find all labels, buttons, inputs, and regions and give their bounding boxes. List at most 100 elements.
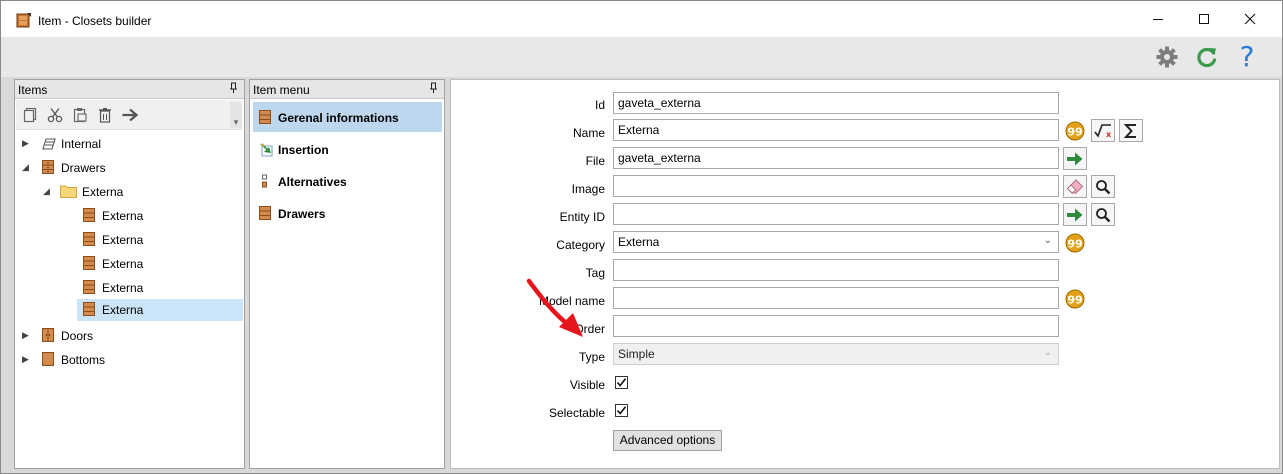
- type-dropdown[interactable]: Simple ⌄: [613, 343, 1059, 365]
- menu-item-label: Drawers: [278, 207, 326, 221]
- drawer-icon: [259, 206, 273, 222]
- folder-icon: [60, 184, 77, 200]
- go-arrow-icon[interactable]: [1063, 203, 1087, 226]
- tree-item-label: Externa: [82, 185, 124, 199]
- tree-item-label: Externa: [102, 303, 144, 317]
- minimize-button[interactable]: [1135, 1, 1181, 37]
- item-menu-header: Item menu: [250, 80, 444, 99]
- advanced-options-button[interactable]: Advanced options: [613, 430, 722, 451]
- tag-field[interactable]: [613, 259, 1059, 281]
- menu-item-insertion[interactable]: Insertion: [253, 134, 442, 164]
- entity-id-field[interactable]: [613, 203, 1059, 225]
- title-bar: Item - Closets builder: [1, 1, 1282, 37]
- gear-icon[interactable]: [1153, 43, 1181, 71]
- sum-icon[interactable]: [1119, 119, 1143, 142]
- menu-item-label: Insertion: [278, 143, 329, 157]
- eraser-icon[interactable]: [1063, 175, 1087, 198]
- collapse-arrow-icon[interactable]: ◢: [43, 186, 50, 197]
- insertion-icon: [259, 142, 275, 158]
- delete-icon[interactable]: [95, 105, 115, 125]
- cut-icon[interactable]: [45, 105, 65, 125]
- expand-arrow-icon[interactable]: ▶: [22, 138, 29, 149]
- close-button[interactable]: [1227, 1, 1273, 37]
- internal-icon: [42, 136, 56, 152]
- drawer-icon: [83, 280, 97, 296]
- expand-arrow-icon[interactable]: ▶: [22, 330, 29, 341]
- category-label: Category: [556, 238, 605, 252]
- file-label: File: [585, 154, 605, 168]
- collapse-arrow-icon[interactable]: ◢: [22, 162, 29, 173]
- menu-item-drawers[interactable]: Drawers: [253, 198, 442, 228]
- svg-text:99: 99: [1067, 125, 1082, 138]
- general-info-form: Id gaveta_externa Name Externa 99 x File…: [450, 79, 1280, 469]
- chevron-down-icon: ⌄: [1043, 235, 1052, 246]
- tree-item-label: Internal: [61, 137, 102, 151]
- tree-item-externa[interactable]: Externa: [16, 277, 242, 299]
- name-field[interactable]: Externa: [613, 119, 1059, 141]
- pin-icon[interactable]: [429, 82, 438, 97]
- tree-item-label: Drawers: [61, 161, 106, 175]
- move-icon[interactable]: [120, 105, 140, 125]
- paste-icon[interactable]: [70, 105, 90, 125]
- selectable-checkbox[interactable]: [615, 404, 628, 417]
- tree-item-drawers[interactable]: ◢ Drawers: [16, 157, 242, 179]
- model-name-label: Model name: [538, 294, 605, 308]
- category-dropdown[interactable]: Externa ⌄: [613, 231, 1059, 253]
- menu-item-label: Alternatives: [278, 175, 347, 189]
- tree-item-externa[interactable]: Externa: [16, 205, 242, 227]
- tree-item-label: Bottoms: [61, 353, 106, 367]
- selectable-label: Selectable: [548, 406, 605, 420]
- bottom-icon: [42, 352, 56, 368]
- tree-item-internal[interactable]: ▶ Internal: [16, 133, 242, 155]
- top-toolbar: ?: [1, 37, 1282, 77]
- menu-item-label: Gerenal informations: [278, 111, 399, 125]
- help-icon[interactable]: ?: [1233, 43, 1261, 71]
- drawer-icon: [42, 160, 56, 176]
- tree-item-externa[interactable]: Externa: [16, 253, 242, 275]
- id-label: Id: [594, 98, 605, 112]
- expand-arrow-icon[interactable]: ▶: [22, 354, 29, 365]
- svg-text:x: x: [1106, 130, 1112, 139]
- go-arrow-icon[interactable]: [1063, 147, 1087, 170]
- svg-text:99: 99: [1067, 293, 1082, 306]
- image-label: Image: [571, 182, 605, 196]
- tree-item-externa-folder[interactable]: ◢ Externa: [16, 181, 242, 203]
- items-panel-header: Items: [15, 80, 244, 99]
- order-label: Order: [574, 322, 605, 336]
- tree-item-externa[interactable]: Externa: [16, 229, 242, 251]
- tree-item-label: Externa: [102, 209, 144, 223]
- category-value: Externa: [618, 235, 660, 249]
- type-label: Type: [578, 350, 605, 364]
- refresh-icon[interactable]: [1193, 43, 1221, 71]
- maximize-button[interactable]: [1181, 1, 1227, 37]
- items-panel: Items ▾ ▶ Internal ◢ Drawers ◢ Externa E…: [14, 79, 245, 469]
- image-field[interactable]: [613, 175, 1059, 197]
- search-icon[interactable]: [1091, 175, 1115, 198]
- visible-checkbox[interactable]: [615, 376, 628, 389]
- translate-icon[interactable]: 99: [1063, 287, 1087, 310]
- pin-icon[interactable]: [229, 82, 238, 97]
- door-icon: [42, 328, 56, 344]
- tree-item-bottoms[interactable]: ▶ Bottoms: [16, 349, 242, 371]
- order-field[interactable]: [613, 315, 1059, 337]
- svg-text:99: 99: [1067, 237, 1082, 250]
- model-name-field[interactable]: [613, 287, 1059, 309]
- copy-icon[interactable]: [20, 105, 40, 125]
- items-panel-title: Items: [18, 83, 48, 97]
- tree-item-externa-selected[interactable]: Externa: [16, 299, 243, 321]
- items-toolbar-scrollbar[interactable]: ▾: [230, 102, 242, 128]
- tree-item-doors[interactable]: ▶ Doors: [16, 325, 242, 347]
- item-menu-title: Item menu: [253, 83, 310, 97]
- drawer-icon: [83, 302, 97, 318]
- menu-item-alternatives[interactable]: Alternatives: [253, 166, 442, 196]
- translate-icon[interactable]: 99: [1063, 119, 1087, 142]
- drawer-icon: [83, 256, 97, 272]
- translate-icon[interactable]: 99: [1063, 231, 1087, 254]
- search-icon[interactable]: [1091, 203, 1115, 226]
- tree-item-label: Doors: [61, 329, 94, 343]
- tree-item-label: Externa: [102, 233, 144, 247]
- formula-icon[interactable]: x: [1091, 119, 1115, 142]
- menu-item-general-informations[interactable]: Gerenal informations: [253, 102, 442, 132]
- id-field[interactable]: gaveta_externa: [613, 92, 1059, 114]
- file-field[interactable]: gaveta_externa: [613, 147, 1059, 169]
